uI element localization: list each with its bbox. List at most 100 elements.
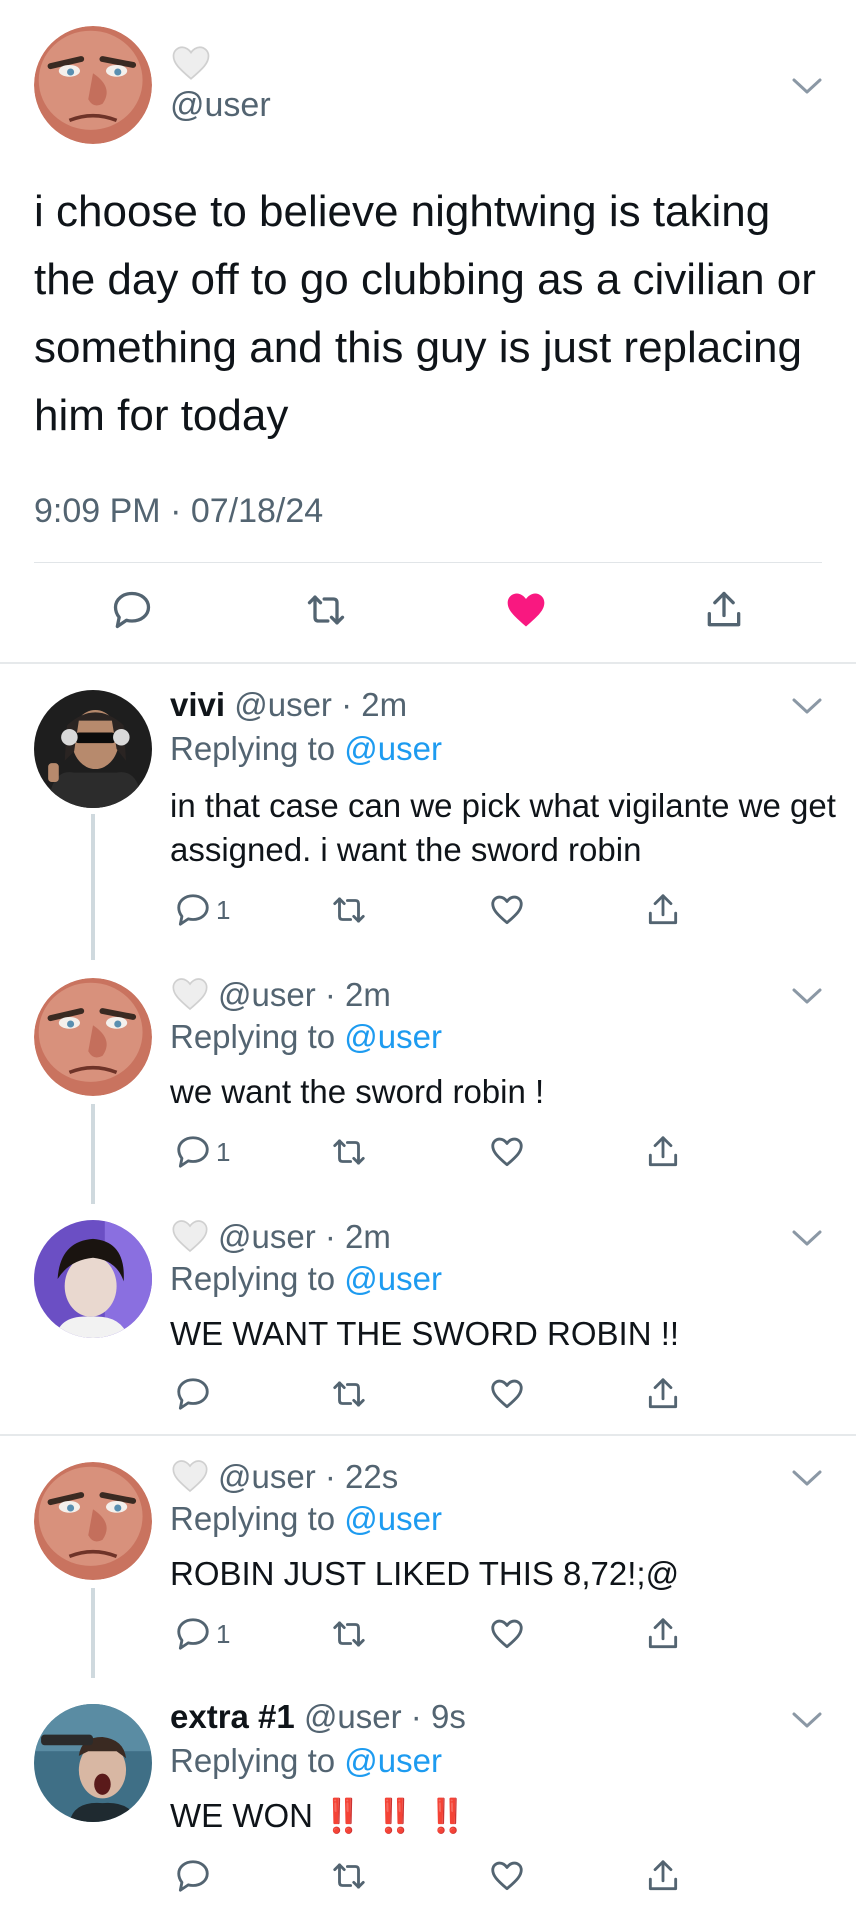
replying-label: Replying to [170,730,336,767]
chevron-down-icon[interactable] [790,1468,824,1490]
reply-button[interactable]: 1 [174,890,230,930]
author-handle[interactable]: @user [170,86,271,125]
mention-link[interactable]: @user [344,1742,442,1779]
action-bar [170,1374,690,1414]
reply-tweet[interactable]: @user · 2m Replying to @user WE WANT THE… [0,1206,856,1434]
mention-link[interactable]: @user [344,1018,442,1055]
reply-time: 2m [345,1218,391,1255]
main-tweet: @user i choose to believe nightwing is t… [0,0,856,664]
reply-text: we want the sword robin ! [170,1073,545,1110]
dot-separator: · [331,686,362,723]
reply-text: in that case can we pick what vigilante … [170,787,836,868]
reply-handle[interactable]: @user [218,1218,316,1255]
mention-link[interactable]: @user [344,1260,442,1297]
display-name[interactable]: extra #1 [170,1698,295,1735]
like-icon-active[interactable] [504,588,548,632]
reply-time: 2m [345,976,391,1013]
retweet-icon[interactable] [304,588,348,632]
chevron-down-icon[interactable] [790,1228,824,1250]
reply-handle[interactable]: @user [218,976,316,1013]
cartoon-face-avatar-image [34,1462,152,1580]
share-icon[interactable] [644,1856,682,1896]
tweet-text: i choose to believe nightwing is taking … [34,187,816,440]
double-exclamation-emoji: ‼️ ‼️ ‼️ [322,1797,469,1834]
replying-to: Replying to @user [170,1018,442,1056]
cartoon-face-avatar-image [34,26,152,144]
retweet-icon[interactable] [330,1132,368,1172]
reply-header: @user · 2m [170,1216,391,1256]
avatar[interactable] [34,1462,152,1580]
chevron-down-icon[interactable] [790,76,824,98]
avatar[interactable] [34,1704,152,1822]
share-icon[interactable] [702,588,746,632]
reply-text: ROBIN JUST LIKED THIS 8,72!;@ [170,1555,680,1592]
like-icon[interactable] [488,1614,526,1654]
share-icon[interactable] [644,1374,682,1414]
reply-icon [177,1378,209,1410]
avatar[interactable] [34,26,152,144]
action-bar: 1 [170,1614,690,1654]
retweet-icon[interactable] [330,890,368,930]
reply-time: 9s [430,1698,466,1735]
like-icon[interactable] [488,1374,526,1414]
replying-label: Replying to [170,1018,336,1055]
reply-header: extra #1 @user · 9s [170,1698,466,1736]
share-icon[interactable] [644,890,682,930]
chevron-down-icon[interactable] [790,986,824,1008]
dot-separator: · [315,976,346,1013]
white-heart-icon [170,1456,210,1496]
display-name[interactable]: vivi [170,686,225,723]
reply-count: 1 [216,1136,231,1167]
photo-avatar-image [34,1220,152,1338]
reply-time: 2m [361,686,408,723]
action-bar: 1 [170,890,690,930]
cartoon-face-avatar-image [34,978,152,1096]
replying-label: Replying to [170,1260,336,1297]
reply-button[interactable] [174,1856,216,1896]
reply-icon [177,894,209,926]
like-icon[interactable] [488,890,526,930]
retweet-icon[interactable] [330,1614,368,1654]
avatar[interactable] [34,1220,152,1338]
chevron-down-icon[interactable] [790,1710,824,1732]
tweet-timestamp[interactable]: 9:09 PM · 07/18/24 [34,492,323,531]
thread-line [91,1104,95,1204]
reply-time: 22s [345,1458,399,1495]
avatar[interactable] [34,978,152,1096]
reply-button[interactable]: 1 [174,1614,230,1654]
reply-text: WE WANT THE SWORD ROBIN !! [170,1315,680,1352]
thread-line [91,814,95,960]
replying-to: Replying to @user [170,1742,442,1780]
reply-tweet[interactable]: extra #1 @user · 9s Replying to @user WE… [0,1678,856,1920]
retweet-icon[interactable] [330,1374,368,1414]
white-heart-icon [170,42,212,84]
reply-tweet[interactable]: @user · 2m Replying to @user we want the… [0,964,856,1206]
action-bar [170,1856,690,1896]
avatar[interactable] [34,690,152,808]
chevron-down-icon[interactable] [790,696,824,718]
reply-count: 1 [216,1618,231,1649]
replying-to: Replying to @user [170,1260,442,1298]
like-icon[interactable] [488,1856,526,1896]
retweet-icon[interactable] [330,1856,368,1896]
share-icon[interactable] [644,1132,682,1172]
reply-handle[interactable]: @user [304,1698,402,1735]
reply-button[interactable]: 1 [174,1132,230,1172]
replying-label: Replying to [170,1742,336,1779]
reply-icon [177,1618,209,1650]
reply-handle[interactable]: @user [234,686,332,723]
reply-button[interactable] [174,1374,216,1414]
like-icon[interactable] [488,1132,526,1172]
reply-icon[interactable] [110,588,154,632]
share-icon[interactable] [644,1614,682,1654]
reply-text-container: WE WON ‼️ ‼️ ‼️ [170,1794,840,1838]
mention-link[interactable]: @user [344,730,442,767]
reply-tweet[interactable]: @user · 22s Replying to @user ROBIN JUST… [0,1436,856,1678]
reply-handle[interactable]: @user [218,1458,316,1495]
dot-separator: · [401,1698,431,1735]
reply-tweet[interactable]: vivi @user · 2m Replying to @user in tha… [0,664,856,964]
mention-link[interactable]: @user [344,1500,442,1537]
reply-icon [177,1136,209,1168]
dot-separator: · [315,1458,346,1495]
reply-count: 1 [216,894,231,925]
